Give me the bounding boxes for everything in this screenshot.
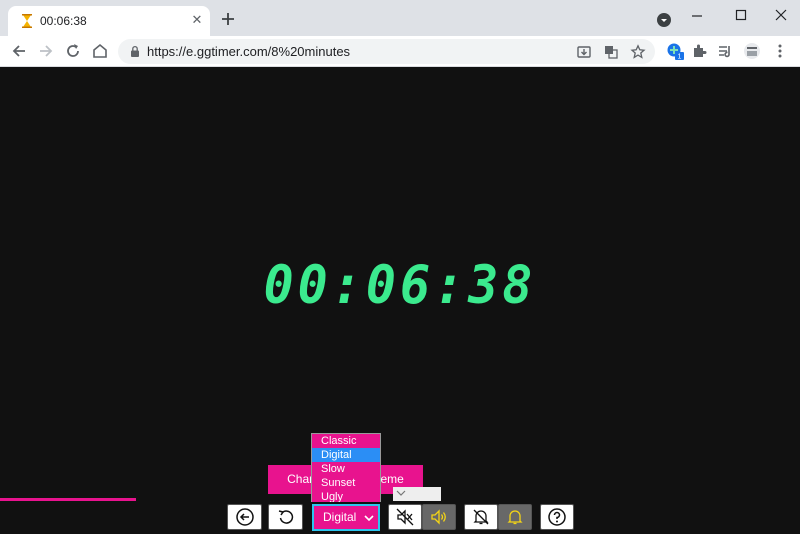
countdown-display: 00:06:38 [263, 254, 537, 316]
back-icon [235, 508, 254, 526]
theme-option-digital[interactable]: Digital [312, 448, 380, 462]
close-icon[interactable]: ✕ [190, 13, 204, 27]
browser-tab[interactable]: 00:06:38 ✕ [8, 6, 210, 36]
progress-bar [0, 498, 136, 501]
chevron-down-icon [364, 515, 374, 522]
restart-icon [278, 510, 293, 524]
reload-icon[interactable] [63, 41, 83, 61]
bookmark-star-icon[interactable] [630, 44, 646, 60]
url-text[interactable]: https://e.ggtimer.com/8%20minutes [147, 44, 350, 59]
theme-option-slow[interactable]: Slow [312, 462, 380, 476]
tab-title: 00:06:38 [40, 14, 87, 28]
tooltip-tab [393, 487, 441, 501]
maximize-icon[interactable] [727, 6, 755, 26]
bell-off-icon [473, 509, 489, 525]
bell-icon [507, 510, 523, 525]
window-close-icon[interactable] [767, 6, 795, 26]
back-arrow-icon[interactable] [9, 41, 29, 61]
profile-avatar-icon[interactable] [743, 42, 761, 60]
alarm-on-button[interactable] [498, 504, 532, 530]
theme-select-value: Digital [323, 510, 357, 524]
new-tab-icon[interactable] [219, 10, 237, 28]
mute-button[interactable] [388, 504, 422, 530]
translate-icon[interactable] [603, 44, 619, 60]
help-button[interactable] [540, 504, 574, 530]
address-bar[interactable]: https://e.ggtimer.com/8%20minutes [118, 39, 655, 64]
timer-page: 00:06:38 Chan heme Classic Digital Slow S… [0, 68, 800, 534]
media-control-icon[interactable] [716, 42, 734, 60]
egg-timer-favicon-icon [22, 14, 32, 28]
home-icon[interactable] [90, 41, 110, 61]
install-app-icon[interactable] [576, 44, 592, 60]
sound-button[interactable] [422, 504, 456, 530]
extensions-puzzle-icon[interactable] [690, 42, 708, 60]
theme-dropdown-list: Classic Digital Slow Sunset Ugly [311, 433, 381, 505]
tab-search-icon[interactable] [657, 13, 671, 27]
theme-option-sunset[interactable]: Sunset [312, 476, 380, 490]
back-button[interactable] [227, 504, 262, 530]
theme-option-classic[interactable]: Classic [312, 434, 380, 448]
restart-button[interactable] [268, 504, 303, 530]
extension-badge: 1 [678, 54, 682, 61]
mute-icon [396, 508, 414, 526]
forward-arrow-icon[interactable] [36, 41, 56, 61]
theme-select[interactable]: Digital [312, 504, 380, 531]
help-icon [548, 508, 566, 526]
extension-icon[interactable]: 1 [666, 42, 684, 60]
minimize-icon[interactable] [683, 6, 711, 26]
alarm-off-button[interactable] [464, 504, 498, 530]
more-menu-icon[interactable] [771, 42, 789, 60]
lock-icon[interactable] [129, 45, 141, 58]
sound-icon [431, 509, 446, 525]
tab-strip: 00:06:38 ✕ [0, 0, 800, 36]
control-bar: Digital [0, 502, 800, 534]
